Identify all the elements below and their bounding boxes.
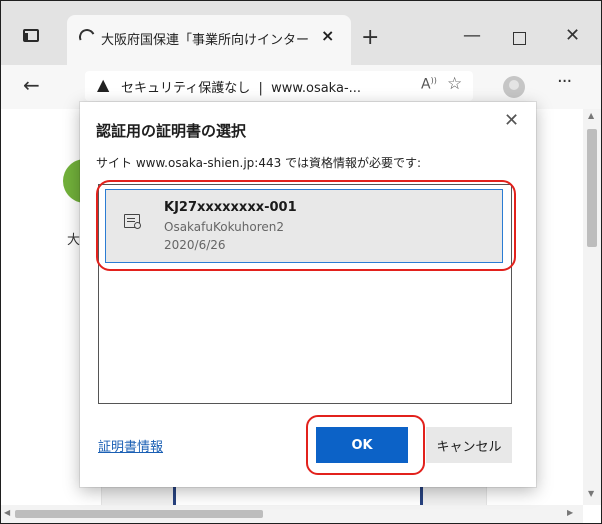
url-field[interactable]: ▲ セキュリティ保護なし | www.osaka-... A)) ☆ xyxy=(85,71,473,101)
url: www.osaka-... xyxy=(271,81,362,96)
profile-avatar[interactable] xyxy=(503,76,525,98)
maximize-icon[interactable] xyxy=(513,32,526,45)
more-menu-icon[interactable]: ··· xyxy=(557,71,572,92)
ok-highlight-box xyxy=(306,415,425,475)
cancel-button[interactable]: キャンセル xyxy=(426,427,512,463)
minimize-icon[interactable]: — xyxy=(463,25,481,46)
url-text: セキュリティ保護なし | www.osaka-... xyxy=(121,77,361,96)
dialog-title: 認証用の証明書の選択 xyxy=(96,122,247,140)
security-label: セキュリティ保護なし xyxy=(121,81,251,96)
scroll-up-icon[interactable]: ▲ xyxy=(588,111,594,120)
scroll-down-icon[interactable]: ▼ xyxy=(588,489,594,498)
read-aloud-icon[interactable]: A)) xyxy=(421,76,437,93)
dialog-subtitle: サイト www.osaka-shien.jp:443 では資格情報が必要です: xyxy=(96,156,422,170)
scroll-left-icon[interactable]: ◀ xyxy=(4,508,10,517)
browser-window: 大阪府国保連「事業所向けインター × + — ✕ ← ▲ セキュリティ保護なし … xyxy=(0,0,602,524)
tab-close-icon[interactable]: × xyxy=(321,26,334,45)
loading-spinner-icon xyxy=(76,26,98,48)
active-tab[interactable]: 大阪府国保連「事業所向けインター × xyxy=(67,15,351,65)
url-separator: | xyxy=(258,81,263,96)
back-icon[interactable]: ← xyxy=(23,73,40,97)
certificate-highlight-box xyxy=(96,180,516,271)
vertical-scroll-thumb[interactable] xyxy=(587,129,597,247)
horizontal-scrollbar[interactable]: ◀ ▶ xyxy=(1,505,583,523)
window-close-icon[interactable]: ✕ xyxy=(565,25,580,46)
certificate-info-link[interactable]: 証明書情報 xyxy=(98,436,163,455)
dialog-close-icon[interactable]: ✕ xyxy=(504,110,519,131)
new-tab-icon[interactable]: + xyxy=(361,25,379,50)
add-favorite-icon[interactable]: ☆ xyxy=(447,74,462,94)
warning-icon[interactable]: ▲ xyxy=(97,75,109,94)
vertical-scrollbar[interactable]: ▲ ▼ xyxy=(583,109,601,505)
horizontal-scroll-thumb[interactable] xyxy=(15,510,263,518)
tab-actions-icon[interactable] xyxy=(23,29,39,42)
scroll-right-icon[interactable]: ▶ xyxy=(567,508,573,517)
tab-title: 大阪府国保連「事業所向けインター xyxy=(101,33,310,48)
tab-bar: 大阪府国保連「事業所向けインター × + — ✕ xyxy=(1,1,601,65)
